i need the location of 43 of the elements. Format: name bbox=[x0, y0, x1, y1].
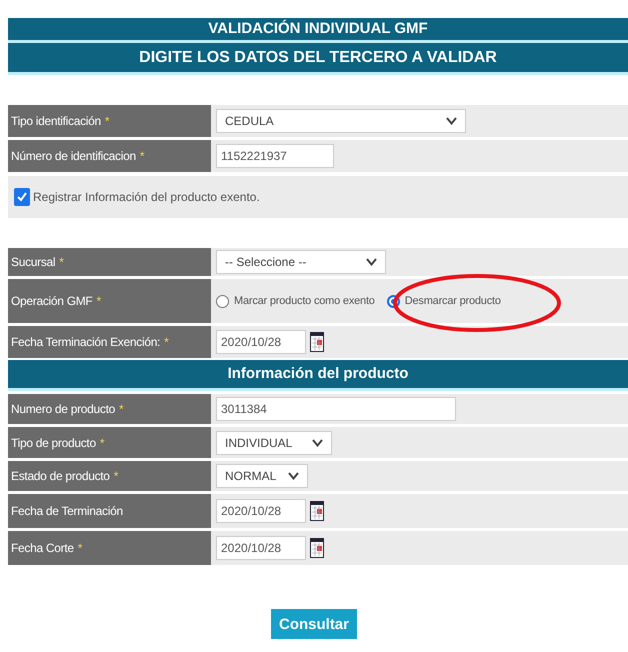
radio-option[interactable]: Desmarcar producto bbox=[386, 294, 501, 308]
field-label: Fecha Corte * bbox=[8, 531, 211, 565]
field-label: Numero de producto * bbox=[8, 394, 211, 424]
field-label: Tipo de producto * bbox=[8, 427, 211, 458]
section-header: Información del producto bbox=[8, 360, 628, 391]
checkmark-icon bbox=[17, 192, 27, 202]
required-asterisk: * bbox=[140, 149, 144, 163]
required-asterisk: * bbox=[59, 255, 64, 269]
calendar-icon[interactable] bbox=[310, 332, 324, 352]
chevron-down-icon bbox=[312, 438, 323, 446]
dropdown[interactable]: NORMAL bbox=[216, 464, 308, 488]
field-label: Número de identificacion * bbox=[8, 140, 211, 172]
field-label: Tipo identificación * bbox=[8, 105, 211, 137]
chevron-down-icon bbox=[446, 117, 457, 125]
dropdown[interactable]: INDIVIDUAL bbox=[216, 430, 332, 454]
calendar-icon[interactable] bbox=[310, 538, 324, 558]
checkbox[interactable] bbox=[14, 188, 30, 206]
dropdown[interactable]: -- Seleccione -- bbox=[216, 250, 386, 274]
required-asterisk: * bbox=[96, 294, 101, 308]
checkbox-label[interactable]: Registrar Información del producto exento. bbox=[33, 190, 260, 204]
text-field[interactable]: 3011384 bbox=[216, 397, 456, 421]
field-label: Operación GMF * bbox=[8, 279, 211, 323]
field-label: Fecha de Terminación bbox=[8, 494, 211, 528]
text-field[interactable]: 1152221937 bbox=[216, 144, 334, 168]
required-asterisk: * bbox=[100, 436, 104, 450]
calendar-icon[interactable] bbox=[310, 501, 324, 521]
required-asterisk: * bbox=[78, 541, 82, 555]
field-label: Sucursal * bbox=[8, 248, 211, 276]
required-asterisk: * bbox=[104, 114, 110, 128]
chevron-down-icon bbox=[288, 472, 299, 480]
field-label: Estado de producto * bbox=[8, 461, 211, 491]
required-asterisk: * bbox=[164, 335, 168, 349]
page-title: VALIDACIÓN INDIVIDUAL GMF bbox=[8, 18, 628, 43]
date-field[interactable]: 2020/10/28 bbox=[216, 330, 306, 354]
required-asterisk: * bbox=[119, 402, 124, 416]
chevron-down-icon bbox=[366, 258, 377, 266]
field-label: Fecha Terminación Exención: * bbox=[8, 326, 211, 358]
section-header: DIGITE LOS DATOS DEL TERCERO A VALIDAR bbox=[8, 43, 628, 75]
date-field[interactable]: 2020/10/28 bbox=[216, 499, 306, 523]
radio-option[interactable]: Marcar producto como exento bbox=[216, 294, 375, 308]
dropdown[interactable]: CEDULA bbox=[216, 109, 466, 133]
required-asterisk: * bbox=[114, 469, 118, 483]
date-field[interactable]: 2020/10/28 bbox=[216, 536, 306, 560]
